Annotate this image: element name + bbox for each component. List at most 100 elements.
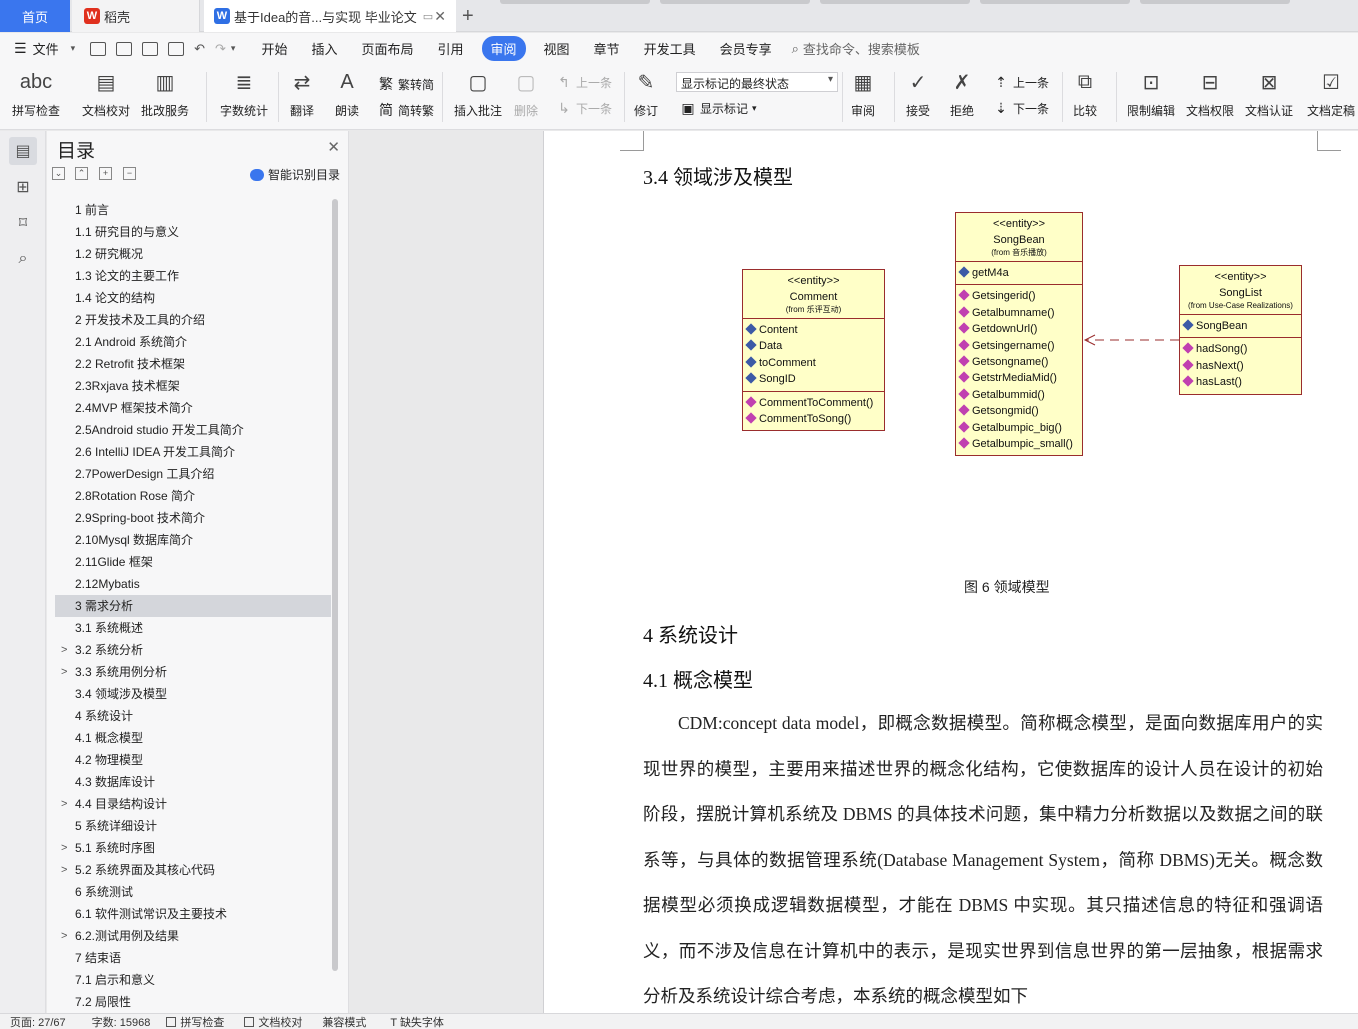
toc-item[interactable]: 1.1 研究目的与意义 — [55, 221, 331, 243]
smart-toc-button[interactable]: 智能识别目录 — [249, 166, 340, 183]
word-count-indicator[interactable]: 字数: 15968 — [66, 1014, 151, 1029]
menu-insert[interactable]: 插入 — [299, 39, 349, 58]
command-search[interactable]: ⌕ 查找命令、搜索模板 — [792, 39, 920, 58]
toc-item[interactable]: 2.12Mybatis — [55, 573, 331, 595]
spell-check-button[interactable]: abc 拼写检查 — [12, 68, 60, 119]
word-count-button[interactable]: ≣ 字数统计 — [220, 68, 268, 119]
tab-home[interactable]: 首页 — [0, 0, 70, 32]
body-paragraph[interactable]: CDM:concept data model，即概念数据模型。简称概念模型，是面… — [643, 701, 1323, 1013]
menu-file[interactable]: 文件 — [31, 39, 71, 58]
toc-item[interactable]: 2.6 IntelliJ IDEA 开发工具简介 — [55, 441, 331, 463]
menu-member[interactable]: 会员专享 — [708, 39, 784, 58]
toc-item[interactable]: >5.2 系统界面及其核心代码 — [55, 859, 331, 881]
review-pane-button[interactable]: ▦ 审阅 — [849, 68, 877, 119]
toc-item[interactable]: 2.5Android studio 开发工具简介 — [55, 419, 331, 441]
batch-service-button[interactable]: ▥ 批改服务 — [141, 68, 189, 119]
toc-item[interactable]: 2.11Glide 框架 — [55, 551, 331, 573]
menu-references[interactable]: 引用 — [426, 39, 476, 58]
toc-item[interactable]: 2.10Mysql 数据库简介 — [55, 529, 331, 551]
document-page[interactable]: 3.4 领域涉及模型 <<entity>> Comment (from 乐评互动… — [543, 131, 1358, 1013]
toc-item[interactable]: 7 结束语 — [55, 947, 331, 969]
chevron-right-icon[interactable]: > — [61, 859, 67, 881]
toc-item[interactable]: 7.1 启示和意义 — [55, 969, 331, 991]
reject-button[interactable]: ✗ 拒绝 — [948, 68, 976, 119]
export-icon[interactable] — [116, 41, 133, 56]
toc-item[interactable]: >5.1 系统时序图 — [55, 837, 331, 859]
add-heading-icon[interactable]: + — [99, 167, 112, 180]
hamburger-icon[interactable]: ☰ — [14, 40, 27, 57]
toc-item[interactable]: 4.2 物理模型 — [55, 749, 331, 771]
close-icon[interactable]: ✕ — [327, 138, 340, 156]
toc-item[interactable]: 2.9Spring-boot 技术简介 — [55, 507, 331, 529]
toc-item[interactable]: 1.2 研究概况 — [55, 243, 331, 265]
redo-icon[interactable]: ↷ — [215, 41, 226, 57]
menu-start[interactable]: 开始 — [249, 39, 299, 58]
toc-item[interactable]: 2 开发技术及工具的介绍 — [55, 309, 331, 331]
undo-icon[interactable]: ↶ — [194, 41, 205, 57]
toc-item[interactable]: 3.1 系统概述 — [55, 617, 331, 639]
toc-item[interactable]: 4 系统设计 — [55, 705, 331, 727]
missing-font-indicator[interactable]: T 缺失字体 — [366, 1014, 444, 1029]
toc-item[interactable]: 5 系统详细设计 — [55, 815, 331, 837]
remove-heading-icon[interactable]: − — [123, 167, 136, 180]
search-icon[interactable]: ⌕ — [9, 245, 37, 273]
new-tab-icon[interactable]: + — [462, 5, 474, 28]
save-icon[interactable] — [90, 41, 107, 56]
show-markup-button[interactable]: ▣ 显示标记 ▾ — [680, 100, 756, 117]
menu-page-layout[interactable]: 页面布局 — [349, 39, 425, 58]
delete-comment-button[interactable]: ▢ 删除 — [512, 68, 540, 119]
chevron-right-icon[interactable]: > — [61, 925, 67, 947]
doc-proofread-button[interactable]: ▤ 文档校对 — [82, 68, 130, 119]
expand-all-icon[interactable]: ⌃ — [75, 167, 88, 180]
toc-item[interactable]: 1 前言 — [55, 199, 331, 221]
toc-item[interactable]: 2.7PowerDesign 工具介绍 — [55, 463, 331, 485]
translate-button[interactable]: ⇄ 翻译 — [288, 68, 316, 119]
chevron-down-icon[interactable]: ▾ — [231, 43, 236, 54]
print-icon[interactable] — [142, 41, 159, 56]
next-change-button[interactable]: ⇣ 下一条 — [993, 100, 1049, 117]
prev-comment-button[interactable]: ↰ 上一条 — [556, 74, 612, 91]
toc-panel-icon[interactable]: ▤ — [9, 137, 37, 165]
tab-document[interactable]: W 基于Idea的音...与实现 毕业论文 ▭ ✕ — [204, 0, 456, 32]
doc-proofread-toggle[interactable]: 文档校对 — [224, 1014, 302, 1029]
chevron-right-icon[interactable]: > — [61, 661, 67, 683]
markup-mode-select[interactable]: 显示标记的最终状态 — [676, 72, 838, 92]
menu-developer[interactable]: 开发工具 — [632, 39, 708, 58]
doc-finalize-button[interactable]: ☑ 文档定稿 — [1307, 68, 1355, 119]
toc-item[interactable]: 6 系统测试 — [55, 881, 331, 903]
toc-item[interactable]: 4.3 数据库设计 — [55, 771, 331, 793]
toc-item[interactable]: 1.4 论文的结构 — [55, 287, 331, 309]
tab-wps-cloud[interactable]: W 稻壳 — [72, 0, 200, 32]
trad-to-simp-button[interactable]: 繁繁转简 — [378, 74, 434, 94]
toc-item[interactable]: >6.2.测试用例及结果 — [55, 925, 331, 947]
page-indicator[interactable]: 页面: 27/67 — [0, 1014, 66, 1029]
toc-item[interactable]: 2.4MVP 框架技术简介 — [55, 397, 331, 419]
compare-button[interactable]: ⧉ 比较 — [1071, 68, 1099, 119]
toc-item[interactable]: 2.3Rxjava 技术框架 — [55, 375, 331, 397]
read-aloud-button[interactable]: A 朗读 — [333, 68, 361, 119]
toc-item[interactable]: 1.3 论文的主要工作 — [55, 265, 331, 287]
chapter-nav-icon[interactable]: ⊞ — [9, 173, 37, 201]
toc-item[interactable]: 3.4 领域涉及模型 — [55, 683, 331, 705]
window-icon[interactable]: ▭ — [423, 10, 433, 23]
restrict-edit-button[interactable]: ⊡ 限制编辑 — [1127, 68, 1175, 119]
insert-comment-button[interactable]: ▢ 插入批注 — [454, 68, 502, 119]
toc-item[interactable]: 2.2 Retrofit 技术框架 — [55, 353, 331, 375]
toc-item[interactable]: >3.3 系统用例分析 — [55, 661, 331, 683]
toc-item[interactable]: 6.1 软件测试常识及主要技术 — [55, 903, 331, 925]
menu-review[interactable]: 审阅 — [481, 36, 526, 61]
close-icon[interactable]: ✕ — [434, 8, 446, 25]
simp-to-trad-button[interactable]: 简简转繁 — [378, 100, 434, 120]
doc-permission-button[interactable]: ⊟ 文档权限 — [1186, 68, 1234, 119]
menu-chapter[interactable]: 章节 — [582, 39, 632, 58]
menu-view[interactable]: 视图 — [532, 39, 582, 58]
chevron-down-icon[interactable]: ▾ — [71, 43, 76, 54]
prev-change-button[interactable]: ⇡ 上一条 — [993, 74, 1049, 91]
toc-item[interactable]: 4.1 概念模型 — [55, 727, 331, 749]
toc-item[interactable]: 2.1 Android 系统简介 — [55, 331, 331, 353]
track-changes-button[interactable]: ✎ 修订 — [632, 68, 660, 119]
toc-item[interactable]: 2.8Rotation Rose 简介 — [55, 485, 331, 507]
toc-item[interactable]: >3.2 系统分析 — [55, 639, 331, 661]
accept-button[interactable]: ✓ 接受 — [904, 68, 932, 119]
spell-check-toggle[interactable]: 拼写检查 — [150, 1014, 224, 1029]
